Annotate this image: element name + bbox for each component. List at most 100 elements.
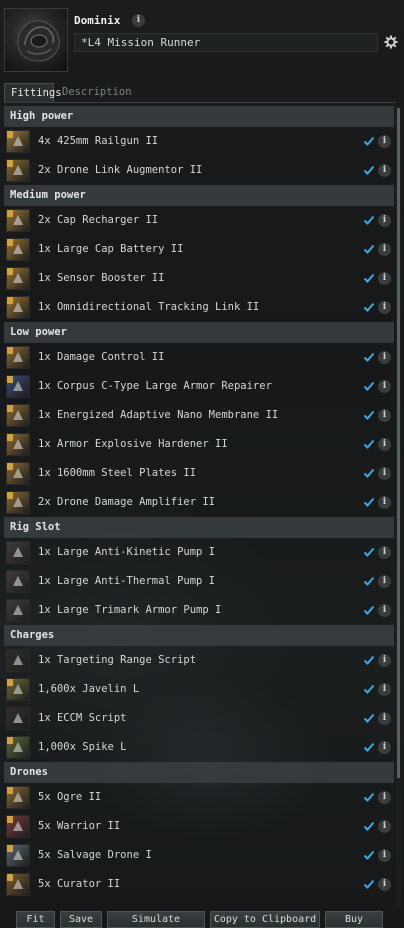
module-label: 1x 1600mm Steel Plates II xyxy=(38,467,197,479)
checkmark-icon xyxy=(363,497,375,507)
checkmark-icon xyxy=(363,821,375,831)
module-row[interactable]: 5x Ogre II i xyxy=(4,783,394,812)
module-row[interactable]: 1x Sensor Booster II i xyxy=(4,264,394,293)
module-row[interactable]: 1x Corpus C-Type Large Armor Repairer i xyxy=(4,372,394,401)
checkmark-icon xyxy=(363,468,375,478)
ogre-drone-icon[interactable] xyxy=(6,786,30,809)
steel-plates-icon[interactable] xyxy=(6,462,30,485)
nano-membrane-icon[interactable] xyxy=(6,404,30,427)
ship-thumbnail[interactable] xyxy=(4,8,68,72)
script-icon[interactable] xyxy=(6,649,30,672)
info-icon[interactable]: i xyxy=(378,575,391,588)
info-icon[interactable]: i xyxy=(378,351,391,364)
spike-ammo-icon[interactable] xyxy=(6,736,30,759)
simulate-fitting-button[interactable]: Simulate Fitting xyxy=(107,911,205,928)
module-row[interactable]: 5x Curator II i xyxy=(4,870,394,899)
armor-repairer-icon[interactable] xyxy=(6,375,30,398)
tracking-link-icon[interactable] xyxy=(6,296,30,319)
tab-description[interactable]: Description xyxy=(56,83,138,103)
module-label: 1x Energized Adaptive Nano Membrane II xyxy=(38,409,279,421)
fitting-name-field[interactable]: *L4 Mission Runner xyxy=(74,33,378,52)
module-row[interactable]: 1x Large Anti-Kinetic Pump I i xyxy=(4,538,394,567)
info-icon[interactable]: i xyxy=(378,546,391,559)
info-icon[interactable]: i xyxy=(378,878,391,891)
info-icon[interactable]: i xyxy=(378,380,391,393)
module-row[interactable]: 1x Targeting Range Script i xyxy=(4,646,394,675)
info-icon[interactable]: i xyxy=(378,654,391,667)
module-row[interactable]: 1,600x Javelin L i xyxy=(4,675,394,704)
module-row[interactable]: 5x Salvage Drone I i xyxy=(4,841,394,870)
info-icon[interactable]: i xyxy=(378,438,391,451)
module-label: 1x Targeting Range Script xyxy=(38,654,197,666)
checkmark-icon xyxy=(363,273,375,283)
tab-fittings[interactable]: Fittings xyxy=(4,83,62,103)
checkmark-icon xyxy=(363,244,375,254)
railgun-icon[interactable] xyxy=(6,130,30,153)
checkmark-icon xyxy=(363,381,375,391)
info-icon[interactable]: i xyxy=(378,243,391,256)
checkmark-icon xyxy=(363,742,375,752)
save-button[interactable]: Save xyxy=(60,911,102,928)
module-row[interactable]: 2x Drone Link Augmentor II i xyxy=(4,156,394,185)
info-icon[interactable]: i xyxy=(378,301,391,314)
module-label: 5x Warrior II xyxy=(38,820,121,832)
damage-control-icon[interactable] xyxy=(6,346,30,369)
drone-damage-icon[interactable] xyxy=(6,491,30,514)
info-icon[interactable]: i xyxy=(378,135,391,148)
module-row[interactable]: 1x 1600mm Steel Plates II i xyxy=(4,459,394,488)
module-row[interactable]: 1x Large Cap Battery II i xyxy=(4,235,394,264)
info-icon[interactable]: i xyxy=(378,409,391,422)
gear-icon[interactable] xyxy=(384,35,398,49)
checkmark-icon xyxy=(363,850,375,860)
checkmark-icon xyxy=(363,439,375,449)
info-icon[interactable]: i xyxy=(378,849,391,862)
info-icon[interactable]: i xyxy=(378,741,391,754)
info-icon[interactable]: i xyxy=(378,683,391,696)
info-icon[interactable]: i xyxy=(378,604,391,617)
cap-recharger-icon[interactable] xyxy=(6,209,30,232)
section-header: High power xyxy=(4,106,394,127)
armor-hardener-icon[interactable] xyxy=(6,433,30,456)
curator-drone-icon[interactable] xyxy=(6,873,30,896)
module-row[interactable]: 1x Large Anti-Thermal Pump I i xyxy=(4,567,394,596)
checkmark-icon xyxy=(363,713,375,723)
scrollbar-thumb[interactable] xyxy=(397,108,400,778)
copy-to-clipboard-button[interactable]: Copy to Clipboard xyxy=(210,911,320,928)
buy-all-button[interactable]: Buy All... xyxy=(325,911,383,928)
rig-kinetic-icon[interactable] xyxy=(6,541,30,564)
info-icon[interactable]: i xyxy=(378,467,391,480)
info-icon[interactable]: i xyxy=(378,496,391,509)
checkmark-icon xyxy=(363,547,375,557)
info-icon[interactable]: i xyxy=(378,214,391,227)
salvage-drone-icon[interactable] xyxy=(6,844,30,867)
rig-trimark-icon[interactable] xyxy=(6,599,30,622)
module-row[interactable]: 4x 425mm Railgun II i xyxy=(4,127,394,156)
module-row[interactable]: 2x Drone Damage Amplifier II i xyxy=(4,488,394,517)
fit-button[interactable]: Fit xyxy=(16,911,55,928)
module-row[interactable]: 1x ECCM Script i xyxy=(4,704,394,733)
module-row[interactable]: 1x Damage Control II i xyxy=(4,343,394,372)
info-icon[interactable]: i xyxy=(378,272,391,285)
module-label: 2x Drone Damage Amplifier II xyxy=(38,496,216,508)
rig-thermal-icon[interactable] xyxy=(6,570,30,593)
module-row[interactable]: 2x Cap Recharger II i xyxy=(4,206,394,235)
drone-link-icon[interactable] xyxy=(6,159,30,182)
ship-info-icon[interactable]: i xyxy=(132,14,145,27)
module-row[interactable]: 1x Omnidirectional Tracking Link II i xyxy=(4,293,394,322)
module-row[interactable]: 1x Energized Adaptive Nano Membrane II i xyxy=(4,401,394,430)
eccm-script-icon[interactable] xyxy=(6,707,30,730)
sensor-booster-icon[interactable] xyxy=(6,267,30,290)
warrior-drone-icon[interactable] xyxy=(6,815,30,838)
module-row[interactable]: 1x Large Trimark Armor Pump I i xyxy=(4,596,394,625)
module-row[interactable]: 1x Armor Explosive Hardener II i xyxy=(4,430,394,459)
info-icon[interactable]: i xyxy=(378,164,391,177)
checkmark-icon xyxy=(363,879,375,889)
module-row[interactable]: 5x Warrior II i xyxy=(4,812,394,841)
checkmark-icon xyxy=(363,792,375,802)
info-icon[interactable]: i xyxy=(378,712,391,725)
cap-battery-icon[interactable] xyxy=(6,238,30,261)
info-icon[interactable]: i xyxy=(378,820,391,833)
javelin-ammo-icon[interactable] xyxy=(6,678,30,701)
module-row[interactable]: 1,000x Spike L i xyxy=(4,733,394,762)
info-icon[interactable]: i xyxy=(378,791,391,804)
